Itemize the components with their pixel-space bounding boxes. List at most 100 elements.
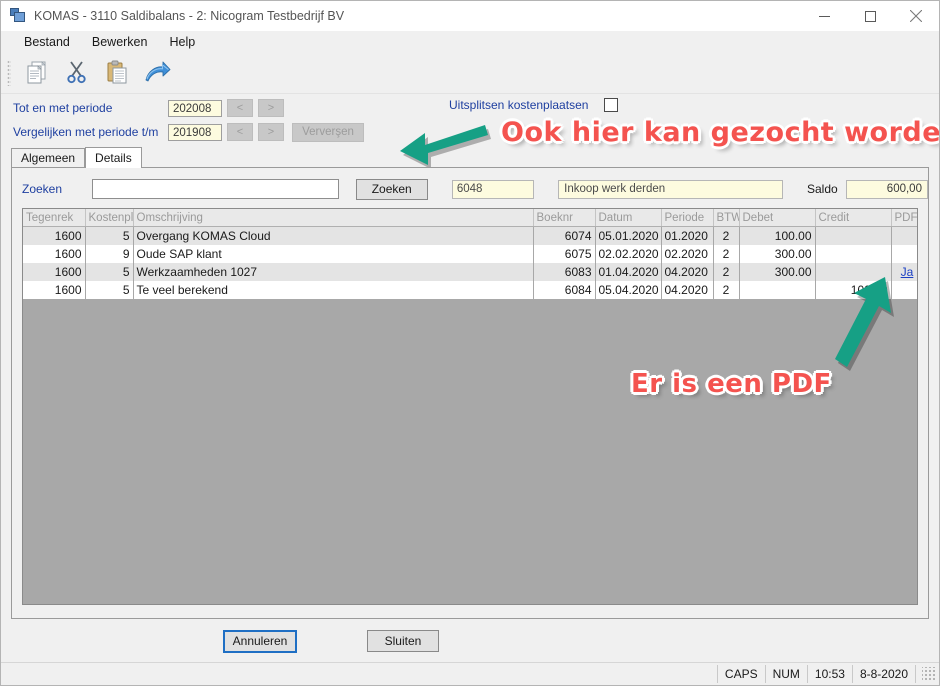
cell-tegenrek: 1600 <box>23 263 85 281</box>
status-bar: CAPS NUM 10:53 8-8-2020 <box>1 662 939 685</box>
grid-empty-area <box>23 299 917 599</box>
undo-arrow-icon <box>143 59 171 88</box>
tab-strip: Algemeen Details <box>1 146 939 168</box>
cell-datum: 02.02.2020 <box>595 245 661 263</box>
column-header-boeknr[interactable]: Boeknr <box>533 209 596 227</box>
cell-credit <box>815 245 891 263</box>
maximize-icon[interactable] <box>847 1 893 31</box>
cell-credit <box>815 226 891 245</box>
cell-btw: 2 <box>713 281 739 299</box>
period-area: Tot en met periode 202008 < > Vergelijke… <box>1 94 939 143</box>
account-name-field: Inkoop werk derden <box>558 179 783 199</box>
close-button[interactable]: Sluiten <box>367 630 439 652</box>
cell-btw: 2 <box>713 263 739 281</box>
cell-kostenpl: 9 <box>85 245 133 263</box>
period-compare-prev-button[interactable]: < <box>227 123 253 141</box>
status-date: 8-8-2020 <box>851 665 916 683</box>
tab-algemeen[interactable]: Algemeen <box>11 148 86 167</box>
cell-datum: 05.01.2020 <box>595 226 661 245</box>
cancel-button[interactable]: Annuleren <box>223 629 297 653</box>
period-until-prev-button[interactable]: < <box>227 99 253 117</box>
grid-header-row: Tegenrek Kostenpl Omschrijving Boeknr Da… <box>23 209 917 227</box>
period-compare-next-button[interactable]: > <box>258 123 284 141</box>
refresh-button[interactable]: Ververşen <box>292 122 364 142</box>
tab-details[interactable]: Details <box>85 147 142 168</box>
window-stack-icon <box>10 8 26 24</box>
copy-button[interactable] <box>17 55 57 91</box>
cell-datum: 01.04.2020 <box>595 263 661 281</box>
cell-kostenpl: 5 <box>85 226 133 245</box>
cell-boeknr: 6084 <box>533 281 595 299</box>
menu-item-help[interactable]: Help <box>158 33 206 51</box>
period-row-compare: Vergelijken met periode t/m 201908 < > V… <box>13 121 939 143</box>
column-header-kostenpl[interactable]: Kostenpl <box>85 209 134 227</box>
pdf-link[interactable]: Ja <box>901 265 914 279</box>
account-code-field: 6048 <box>451 179 535 199</box>
cell-tegenrek: 1600 <box>23 245 85 263</box>
search-row: Zoeken Zoeken 6048 Inkoop werk derden Sa… <box>12 168 928 204</box>
period-compare-label: Vergelijken met periode t/m <box>13 125 159 139</box>
cell-pdf <box>891 245 917 263</box>
period-until-label: Tot en met periode <box>13 101 113 115</box>
status-num: NUM <box>764 665 808 683</box>
cell-debet: 100.00 <box>739 226 815 245</box>
cell-periode: 01.2020 <box>661 226 713 245</box>
close-icon[interactable] <box>893 1 939 31</box>
split-costs-checkbox[interactable] <box>604 98 619 112</box>
paste-clipboard-icon <box>104 59 130 88</box>
menu-item-bestand[interactable]: Bestand <box>13 33 81 51</box>
title-bar: KOMAS - 3110 Saldibalans - 2: Nicogram T… <box>1 1 939 31</box>
cell-pdf <box>891 281 917 299</box>
footer-bar: Annuleren Sluiten <box>1 619 939 663</box>
cell-omschrijving: Werkzaamheden 1027 <box>133 263 533 281</box>
paste-button[interactable] <box>97 55 137 91</box>
column-header-periode[interactable]: Periode <box>661 209 714 227</box>
cell-btw: 2 <box>713 226 739 245</box>
split-costs-label: Uitsplitsen kostenplaatsen <box>449 98 589 112</box>
cell-pdf-link[interactable]: Ja <box>891 263 917 281</box>
cut-button[interactable] <box>57 55 97 91</box>
menu-bar: Bestand Bewerken Help <box>1 31 939 53</box>
column-header-omschrijving[interactable]: Omschrijving <box>133 209 534 227</box>
transactions-grid[interactable]: Tegenrek Kostenpl Omschrijving Boeknr Da… <box>22 208 918 605</box>
details-panel: Zoeken Zoeken 6048 Inkoop werk derden Sa… <box>11 167 929 619</box>
search-label: Zoeken <box>22 182 63 196</box>
status-caps: CAPS <box>716 665 766 683</box>
column-header-debet[interactable]: Debet <box>739 209 816 227</box>
column-header-btw[interactable]: BTW <box>713 209 740 227</box>
cell-periode: 04.2020 <box>661 263 713 281</box>
table-row[interactable]: 1600 5 Overgang KOMAS Cloud 6074 05.01.2… <box>23 226 917 245</box>
cell-boeknr: 6075 <box>533 245 595 263</box>
table-row[interactable]: 1600 9 Oude SAP klant 6075 02.02.2020 02… <box>23 245 917 263</box>
cell-kostenpl: 5 <box>85 281 133 299</box>
cell-kostenpl: 5 <box>85 263 133 281</box>
period-compare-field[interactable]: 201908 <box>168 123 222 141</box>
table-row[interactable]: 1600 5 Werkzaamheden 1027 6083 01.04.202… <box>23 263 917 281</box>
column-header-tegenrek[interactable]: Tegenrek <box>23 209 86 227</box>
cell-omschrijving: Oude SAP klant <box>133 245 533 263</box>
column-header-pdf[interactable]: PDF <box>891 209 917 227</box>
toolbar-grip[interactable] <box>7 60 11 86</box>
application-window: KOMAS - 3110 Saldibalans - 2: Nicogram T… <box>0 0 940 686</box>
search-input[interactable] <box>92 179 339 199</box>
undo-button[interactable] <box>137 55 177 91</box>
column-header-credit[interactable]: Credit <box>815 209 892 227</box>
search-button[interactable]: Zoeken <box>355 178 428 200</box>
menu-item-bewerken[interactable]: Bewerken <box>81 33 159 51</box>
status-time: 10:53 <box>806 665 853 683</box>
cell-datum: 05.04.2020 <box>595 281 661 299</box>
cell-boeknr: 6074 <box>533 226 595 245</box>
minimize-icon[interactable] <box>801 1 847 31</box>
column-header-datum[interactable]: Datum <box>595 209 662 227</box>
cell-boeknr: 6083 <box>533 263 595 281</box>
period-until-field[interactable]: 202008 <box>168 99 222 117</box>
period-until-next-button[interactable]: > <box>258 99 284 117</box>
toolbar <box>1 53 939 94</box>
window-title: KOMAS - 3110 Saldibalans - 2: Nicogram T… <box>34 9 345 23</box>
table-row[interactable]: 1600 5 Te veel berekend 6084 05.04.2020 … <box>23 281 917 299</box>
split-costs-group: Uitsplitsen kostenplaatsen <box>449 98 619 112</box>
cell-periode: 04.2020 <box>661 281 713 299</box>
cell-periode: 02.2020 <box>661 245 713 263</box>
resize-grip[interactable] <box>922 667 936 681</box>
cell-credit <box>815 263 891 281</box>
